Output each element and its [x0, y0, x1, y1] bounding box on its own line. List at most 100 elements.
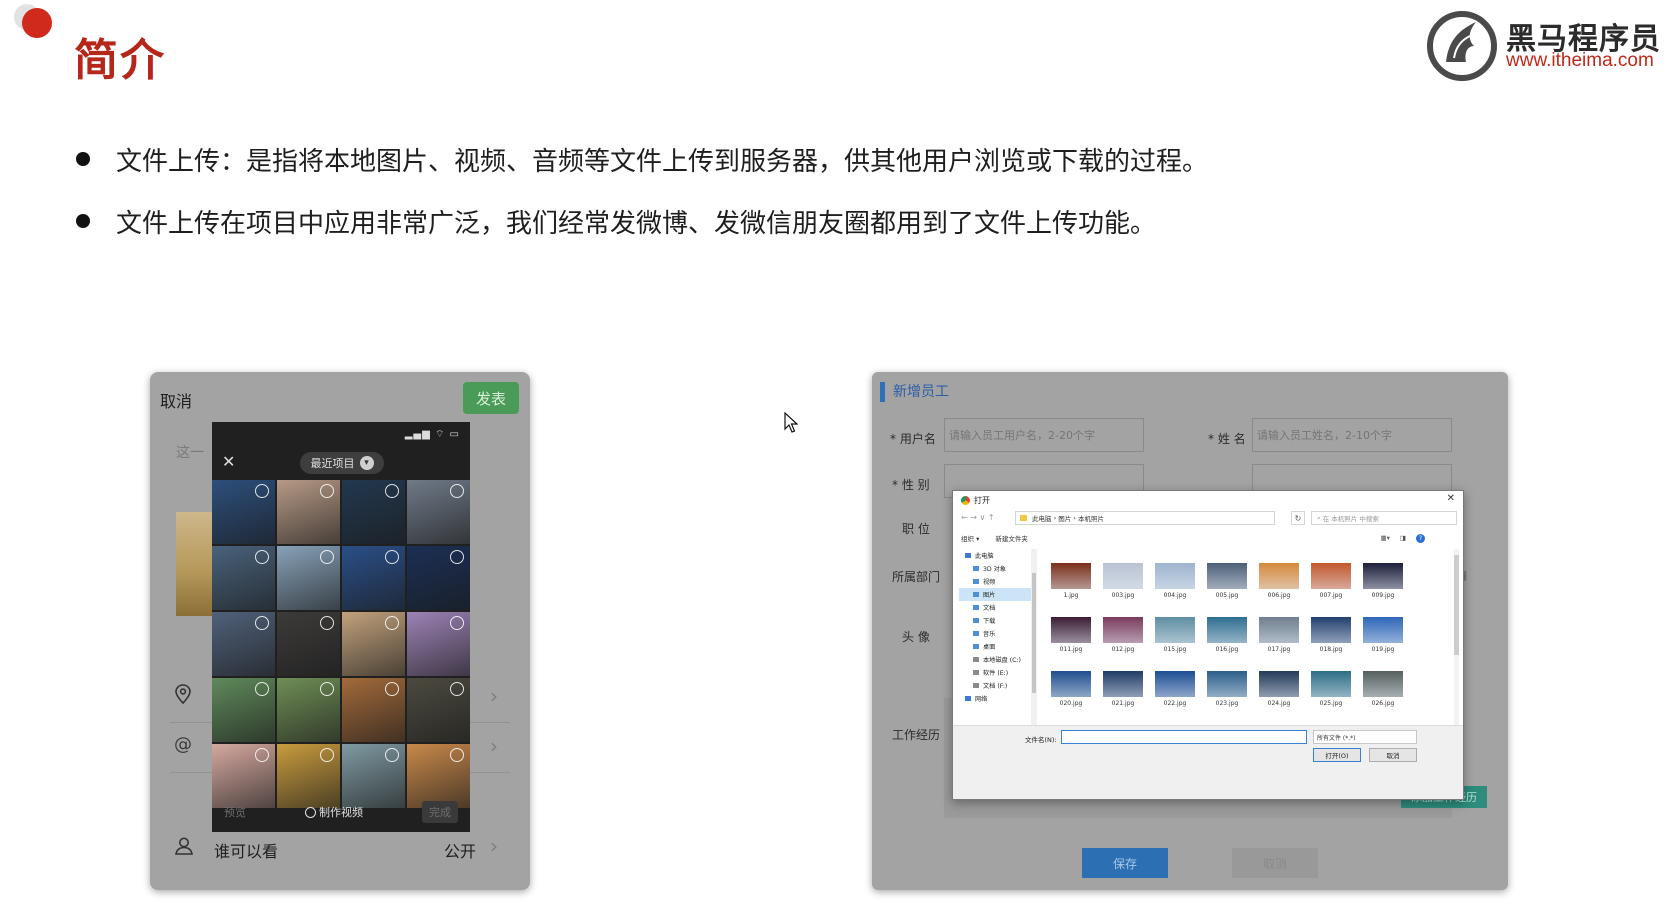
- file-item[interactable]: 023.jpg: [1201, 671, 1253, 725]
- nav-pane-item[interactable]: 图片: [959, 588, 1036, 601]
- file-item[interactable]: 015.jpg: [1149, 617, 1201, 671]
- nav-pane-item[interactable]: 桌面: [959, 640, 1036, 653]
- select-circle-icon[interactable]: [255, 616, 269, 630]
- select-circle-icon[interactable]: [450, 748, 464, 762]
- select-circle-icon[interactable]: [255, 550, 269, 564]
- file-item[interactable]: 025.jpg: [1305, 671, 1357, 725]
- photo-tile[interactable]: [277, 612, 340, 676]
- preview-pane-icon[interactable]: ◨: [1400, 534, 1406, 542]
- visibility-label[interactable]: 谁可以看: [214, 838, 278, 862]
- select-circle-icon[interactable]: [385, 550, 399, 564]
- photo-tile[interactable]: [342, 612, 405, 676]
- nav-buttons[interactable]: ← → ∨ ↑: [961, 513, 995, 522]
- file-item[interactable]: 018.jpg: [1305, 617, 1357, 671]
- photo-tile[interactable]: [277, 480, 340, 544]
- chevron-right-icon[interactable]: ›: [490, 734, 498, 758]
- nav-pane-item[interactable]: 软件 (E:): [959, 666, 1036, 679]
- path-segment[interactable]: 此电脑: [1032, 513, 1052, 523]
- file-item[interactable]: 012.jpg: [1097, 617, 1149, 671]
- file-item[interactable]: 021.jpg: [1097, 671, 1149, 725]
- path-segment[interactable]: 图片: [1058, 513, 1071, 523]
- photo-tile[interactable]: [407, 612, 470, 676]
- file-item[interactable]: 026.jpg: [1357, 671, 1409, 725]
- sidebar-scrollbar[interactable]: [1031, 549, 1037, 725]
- dialog-cancel-button[interactable]: 取消: [1369, 748, 1417, 762]
- file-item[interactable]: 1.jpg: [1045, 563, 1097, 617]
- select-circle-icon[interactable]: [255, 682, 269, 696]
- refresh-icon[interactable]: ↻: [1291, 511, 1305, 525]
- file-item[interactable]: 011.jpg: [1045, 617, 1097, 671]
- photo-tile[interactable]: [407, 678, 470, 742]
- file-item[interactable]: 007.jpg: [1305, 563, 1357, 617]
- organize-button[interactable]: 组织 ▾: [961, 533, 979, 543]
- nav-pane-item[interactable]: 此电脑: [959, 549, 1036, 562]
- help-icon[interactable]: ?: [1416, 533, 1425, 543]
- file-item[interactable]: 024.jpg: [1253, 671, 1305, 725]
- select-circle-icon[interactable]: [385, 682, 399, 696]
- nav-pane-item[interactable]: 下载: [959, 614, 1036, 627]
- save-button[interactable]: 保存: [1082, 848, 1168, 878]
- photo-tile[interactable]: [277, 546, 340, 610]
- close-icon[interactable]: ✕: [1447, 493, 1455, 504]
- file-item[interactable]: 022.jpg: [1149, 671, 1201, 725]
- select-circle-icon[interactable]: [450, 484, 464, 498]
- search-input[interactable]: ⌕ 在 本机照片 中搜索: [1311, 511, 1457, 525]
- photo-tile[interactable]: [407, 546, 470, 610]
- nav-pane-item[interactable]: 音乐: [959, 627, 1036, 640]
- phone-publish-button[interactable]: 发表: [463, 382, 519, 414]
- open-button[interactable]: 打开(O): [1313, 748, 1361, 762]
- nav-pane-item[interactable]: 文档 (F:): [959, 679, 1036, 692]
- file-item[interactable]: 019.jpg: [1357, 617, 1409, 671]
- make-video-toggle[interactable]: 制作视频: [305, 804, 363, 820]
- file-item[interactable]: 003.jpg: [1097, 563, 1149, 617]
- photo-tile[interactable]: [212, 480, 275, 544]
- select-circle-icon[interactable]: [385, 616, 399, 630]
- photo-tile[interactable]: [212, 612, 275, 676]
- photo-tile[interactable]: [342, 480, 405, 544]
- close-icon[interactable]: ✕: [222, 452, 235, 471]
- photo-tile[interactable]: [342, 678, 405, 742]
- select-circle-icon[interactable]: [385, 748, 399, 762]
- phone-cancel-button[interactable]: 取消: [160, 388, 192, 412]
- view-options-icon[interactable]: ▦▾: [1380, 534, 1389, 542]
- nav-pane-item[interactable]: 网络: [959, 692, 1036, 705]
- select-circle-icon[interactable]: [450, 550, 464, 564]
- chevron-right-icon[interactable]: ›: [490, 684, 498, 708]
- album-selector[interactable]: 最近项目 ▾: [300, 452, 384, 474]
- visibility-value[interactable]: 公开: [444, 838, 476, 862]
- photo-tile[interactable]: [407, 480, 470, 544]
- nav-pane-item[interactable]: 本地磁盘 (C:): [959, 653, 1036, 666]
- photo-tile[interactable]: [277, 678, 340, 742]
- phone-photo-thumbnail[interactable]: [176, 512, 216, 616]
- new-folder-button[interactable]: 新建文件夹: [995, 533, 1028, 543]
- select-circle-icon[interactable]: [320, 484, 334, 498]
- select-circle-icon[interactable]: [450, 682, 464, 696]
- select-circle-icon[interactable]: [320, 616, 334, 630]
- select-circle-icon[interactable]: [255, 484, 269, 498]
- done-button[interactable]: 完成: [422, 801, 458, 823]
- select-circle-icon[interactable]: [320, 682, 334, 696]
- nav-pane-item[interactable]: 3D 对象: [959, 562, 1036, 575]
- file-item[interactable]: 009.jpg: [1357, 563, 1409, 617]
- name-input[interactable]: 请输入员工姓名，2-10个字: [1252, 418, 1452, 452]
- chevron-right-icon[interactable]: ›: [490, 834, 498, 858]
- cancel-button[interactable]: 取消: [1232, 848, 1318, 878]
- file-scrollbar[interactable]: [1454, 549, 1459, 725]
- select-circle-icon[interactable]: [320, 748, 334, 762]
- photo-tile[interactable]: [342, 546, 405, 610]
- file-item[interactable]: 004.jpg: [1149, 563, 1201, 617]
- select-circle-icon[interactable]: [450, 616, 464, 630]
- nav-pane-item[interactable]: 文档: [959, 601, 1036, 614]
- file-item[interactable]: 006.jpg: [1253, 563, 1305, 617]
- file-item[interactable]: 005.jpg: [1201, 563, 1253, 617]
- file-item[interactable]: 017.jpg: [1253, 617, 1305, 671]
- select-circle-icon[interactable]: [255, 748, 269, 762]
- select-circle-icon[interactable]: [385, 484, 399, 498]
- photo-tile[interactable]: [212, 678, 275, 742]
- file-item[interactable]: 020.jpg: [1045, 671, 1097, 725]
- file-item[interactable]: 016.jpg: [1201, 617, 1253, 671]
- preview-button[interactable]: 预览: [224, 804, 246, 820]
- nav-pane-item[interactable]: 视频: [959, 575, 1036, 588]
- address-bar[interactable]: 此电脑 › 图片 › 本机照片: [1015, 511, 1275, 525]
- filetype-select[interactable]: 所有文件 (*.*): [1313, 730, 1417, 744]
